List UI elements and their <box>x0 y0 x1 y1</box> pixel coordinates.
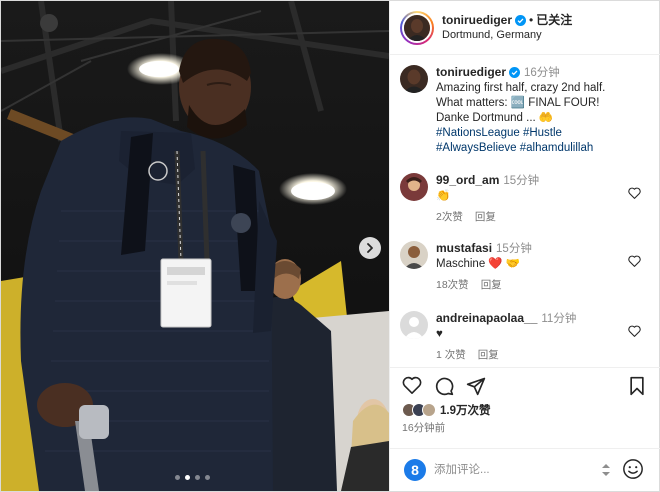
post-side-panel: toniruediger • 已关注 Dortmund, Germany ton… <box>389 1 660 491</box>
commenter-avatar[interactable] <box>400 173 428 201</box>
verified-badge-icon <box>509 67 521 78</box>
comments-list[interactable]: toniruediger 16分钟 Amazing first half, cra… <box>390 55 660 367</box>
comment-time[interactable]: 15分钟 <box>496 243 532 255</box>
carousel-dot <box>195 475 200 480</box>
post-header: toniruediger • 已关注 Dortmund, Germany <box>390 1 660 55</box>
default-avatar-icon <box>400 311 428 339</box>
heart-outline-icon[interactable] <box>628 255 641 267</box>
action-bar <box>402 376 652 398</box>
comment-time[interactable]: 15分钟 <box>503 175 539 187</box>
reply-button[interactable]: 回复 <box>478 349 499 361</box>
chevron-right-icon <box>367 243 373 253</box>
add-comment-bar: 8 <box>390 448 660 492</box>
heart-outline-icon[interactable] <box>628 187 641 199</box>
comment-input[interactable] <box>434 461 594 479</box>
likes-count[interactable]: 1.9万次赞 <box>440 402 491 418</box>
comment-text: Maschine ❤️ 🤝 <box>436 258 521 270</box>
heart-outline-icon[interactable] <box>628 325 641 337</box>
comment-like-count[interactable]: 18次赞 <box>436 279 469 291</box>
post-photo[interactable] <box>1 1 389 491</box>
comment-time[interactable]: 11分钟 <box>541 313 576 325</box>
comment-item: andreinapaolaa__ 11分钟 ♥ 1 次赞 回复 <box>400 311 655 367</box>
avatar-image <box>400 241 428 269</box>
cool-emoji: 🆒 <box>510 97 526 109</box>
hashtags-line-2[interactable]: #AlwaysBelieve #alhamdulillah <box>436 141 636 156</box>
post-actions: 1.9万次赞 16分钟前 8 <box>390 367 660 491</box>
liker-avatar <box>422 403 436 417</box>
reply-button[interactable]: 回复 <box>481 279 502 291</box>
header-separator: • <box>529 13 534 27</box>
commenter-username[interactable]: mustafasi <box>436 241 492 255</box>
likes-summary[interactable]: 1.9万次赞 <box>402 402 491 418</box>
commenter-username[interactable]: 99_ord_am <box>436 173 499 187</box>
post-timestamp[interactable]: 16分钟前 <box>402 420 445 435</box>
commenter-avatar[interactable] <box>400 311 428 339</box>
next-slide-button[interactable] <box>359 237 381 259</box>
carousel-dot <box>205 475 210 480</box>
emoji-smile-icon[interactable] <box>622 458 644 480</box>
hashtags-line-1[interactable]: #NationsLeague #Hustle <box>436 126 636 141</box>
comment-like-count[interactable]: 1 次赞 <box>436 349 466 361</box>
verified-badge-icon <box>515 15 527 26</box>
bookmark-save-icon[interactable] <box>628 376 646 396</box>
caption-line-2: What matters: 🆒 FINAL FOUR! <box>436 96 636 111</box>
caption-line-2-text: What matters: <box>436 97 511 109</box>
caption-username[interactable]: toniruediger <box>436 65 506 79</box>
carousel-dot-active <box>185 475 190 480</box>
author-username[interactable]: toniruediger <box>442 13 512 27</box>
author-avatar-ring[interactable] <box>400 10 434 45</box>
author-avatar[interactable] <box>402 12 432 43</box>
post-location[interactable]: Dortmund, Germany <box>442 28 572 43</box>
commenter-username[interactable]: andreinapaolaa__ <box>436 311 537 325</box>
carousel-dot <box>175 475 180 480</box>
reply-button[interactable]: 回复 <box>475 211 496 223</box>
avatar-image <box>404 14 430 41</box>
instagram-post-modal: toniruediger • 已关注 Dortmund, Germany ton… <box>0 0 660 492</box>
caption-line-2-end: FINAL FOUR! <box>525 97 600 109</box>
comment-item: 99_ord_am 15分钟 👏 2次赞 回复 <box>400 173 655 233</box>
comment-icon[interactable] <box>434 376 454 396</box>
comment-text: ♥ <box>436 328 443 340</box>
commenter-avatar[interactable] <box>400 241 428 269</box>
comment-text: 👏 <box>436 190 451 202</box>
share-send-icon[interactable] <box>466 376 486 396</box>
user-avatar-icon[interactable]: 8 <box>404 459 426 481</box>
caption-line-1: Amazing first half, crazy 2nd half. <box>436 82 606 94</box>
comment-like-count[interactable]: 2次赞 <box>436 211 463 223</box>
sort-arrows-icon <box>602 464 610 476</box>
caption-avatar[interactable] <box>400 65 428 93</box>
avatar-image <box>400 173 428 201</box>
carousel-indicator <box>175 475 210 480</box>
caption-time[interactable]: 16分钟 <box>524 67 560 79</box>
photo-scene <box>1 1 389 491</box>
like-heart-icon[interactable] <box>402 376 422 394</box>
caption: toniruediger 16分钟 Amazing first half, cra… <box>400 65 655 175</box>
avatar-image <box>400 65 428 93</box>
caption-line-3: Danke Dortmund ... 🤲 <box>436 112 554 124</box>
following-button[interactable]: 已关注 <box>536 13 572 27</box>
comment-item: mustafasi 15分钟 Maschine ❤️ 🤝 18次赞 回复 <box>400 241 655 301</box>
